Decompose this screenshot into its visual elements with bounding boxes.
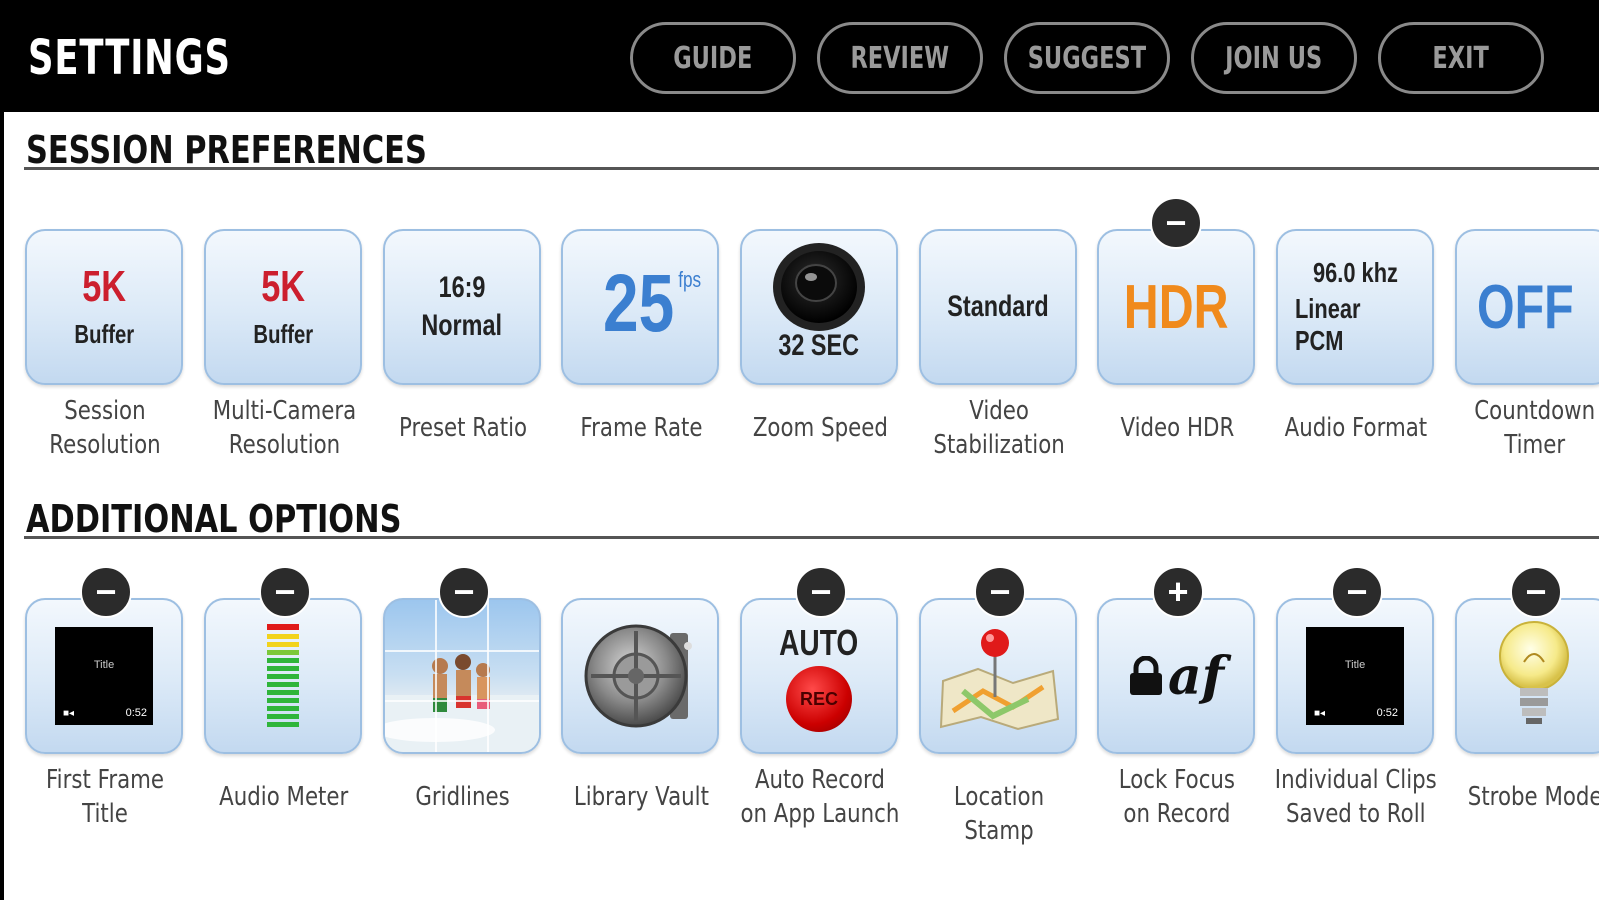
lock-icon	[1129, 656, 1162, 695]
setting-caption: Countdown Timer	[1474, 396, 1596, 460]
frame-rate-tile[interactable]: 25 fps	[561, 229, 719, 385]
frame-rate-unit: fps	[678, 267, 702, 292]
tile-value: 96.0 khz	[1312, 257, 1398, 288]
light-bulb-icon	[1499, 621, 1569, 724]
setting-caption: Video Stabilization	[933, 396, 1065, 460]
tile-value: 16:9	[438, 271, 486, 304]
settings-panel: SESSION PREFERENCES 5K Buffer Session Re…	[4, 112, 1599, 900]
tile-unit: Normal	[421, 309, 503, 342]
preset-ratio-tile[interactable]: 16:9 Normal	[383, 229, 541, 385]
zoom-speed-value: 32 SEC	[778, 329, 860, 362]
audio-format-tile[interactable]: 96.0 khz Linear PCM	[1276, 229, 1434, 385]
hdr-value: HDR	[1123, 272, 1229, 342]
setting-caption: Session Resolution	[49, 396, 161, 460]
first-frame-title-tile[interactable]: Title ■◂ 0:52	[25, 598, 183, 754]
tile-value: 5K	[261, 261, 305, 311]
option-caption: Individual Clips Saved to Roll	[1274, 765, 1437, 829]
record-icon: REC	[786, 666, 852, 732]
session-resolution-tile[interactable]: 5K Buffer	[25, 229, 183, 385]
zoom-speed-tile[interactable]: 32 SEC	[740, 229, 898, 385]
disable-strobe-mode-toggle[interactable]: −	[1510, 566, 1562, 618]
additional-options-heading: ADDITIONAL OPTIONS	[26, 497, 402, 541]
setting-caption: Preset Ratio	[399, 413, 527, 443]
option-caption: Auto Record on App Launch	[740, 765, 900, 829]
tile-unit: Buffer	[253, 318, 313, 349]
strobe-mode-tile[interactable]	[1455, 598, 1599, 754]
setting-caption: Frame Rate	[579, 413, 703, 443]
exit-button[interactable]: EXIT	[1378, 22, 1544, 94]
lock-focus-tile[interactable]: af	[1097, 598, 1255, 754]
option-caption: Audio Meter	[219, 782, 349, 812]
camera-lens-icon	[773, 243, 865, 331]
review-button[interactable]: REVIEW	[817, 22, 983, 94]
suggest-button[interactable]: SUGGEST	[1004, 22, 1170, 94]
tile-value: 5K	[82, 261, 126, 311]
disable-individual-clips-toggle[interactable]: −	[1331, 566, 1383, 618]
disable-location-stamp-toggle[interactable]: −	[974, 566, 1026, 618]
vault-icon	[584, 624, 692, 728]
tile-unit: Linear PCM	[1294, 293, 1361, 356]
title-screen-icon: Title ■◂ 0:52	[55, 627, 153, 725]
multi-camera-resolution-tile[interactable]: 5K Buffer	[204, 229, 362, 385]
video-hdr-tile[interactable]: HDR	[1097, 229, 1255, 385]
section-divider	[24, 167, 1599, 170]
video-camera-icon: ■◂	[63, 708, 75, 719]
countdown-value: OFF	[1477, 272, 1574, 342]
video-camera-icon: ■◂	[1314, 708, 1326, 719]
tile-value: Standard	[947, 290, 1049, 323]
setting-caption: Audio Format	[1284, 413, 1428, 443]
library-vault-tile[interactable]	[561, 598, 719, 754]
disable-audio-meter-toggle[interactable]: −	[259, 566, 311, 618]
top-bar: SETTINGS GUIDE REVIEW SUGGEST JOIN US EX…	[0, 0, 1599, 112]
frame-rate-value: 25	[603, 258, 675, 349]
tile-unit: Buffer	[74, 318, 134, 349]
map-pin-icon	[939, 629, 1060, 731]
session-preferences-heading: SESSION PREFERENCES	[26, 128, 427, 172]
video-stabilization-tile[interactable]: Standard	[919, 229, 1077, 385]
setting-caption: Zoom Speed	[752, 413, 888, 443]
option-caption: Library Vault	[573, 782, 709, 812]
option-caption: Lock Focus on Record	[1118, 765, 1236, 829]
option-caption: Strobe Mode	[1467, 782, 1599, 812]
page-title: SETTINGS	[28, 30, 231, 86]
auto-record-tile[interactable]: AUTO REC	[740, 598, 898, 754]
auto-label: AUTO	[779, 622, 859, 663]
location-stamp-tile[interactable]	[919, 598, 1077, 754]
individual-clips-tile[interactable]: Title ■◂ 0:52	[1276, 598, 1434, 754]
enable-lock-focus-toggle[interactable]: +	[1152, 566, 1204, 618]
setting-caption: Multi-Camera Resolution	[212, 396, 356, 460]
option-caption: Location Stamp	[953, 782, 1045, 846]
disable-hdr-toggle[interactable]: −	[1150, 197, 1202, 249]
disable-first-frame-title-toggle[interactable]: −	[80, 566, 132, 618]
guide-button[interactable]: GUIDE	[630, 22, 796, 94]
beach-photo-icon	[385, 600, 539, 752]
audio-meter-icon	[267, 624, 299, 727]
option-caption: First Frame Title	[45, 765, 165, 829]
disable-auto-record-toggle[interactable]: −	[795, 566, 847, 618]
join-us-button[interactable]: JOIN US	[1191, 22, 1357, 94]
gridlines-tile[interactable]	[383, 598, 541, 754]
setting-caption: Video HDR	[1120, 413, 1234, 443]
countdown-timer-tile[interactable]: OFF	[1455, 229, 1599, 385]
disable-gridlines-toggle[interactable]: −	[438, 566, 490, 618]
af-label: af	[1167, 645, 1225, 707]
section-divider	[24, 536, 1599, 539]
audio-meter-tile[interactable]	[204, 598, 362, 754]
option-caption: Gridlines	[415, 782, 511, 812]
clip-screen-icon: Title ■◂ 0:52	[1306, 627, 1404, 725]
